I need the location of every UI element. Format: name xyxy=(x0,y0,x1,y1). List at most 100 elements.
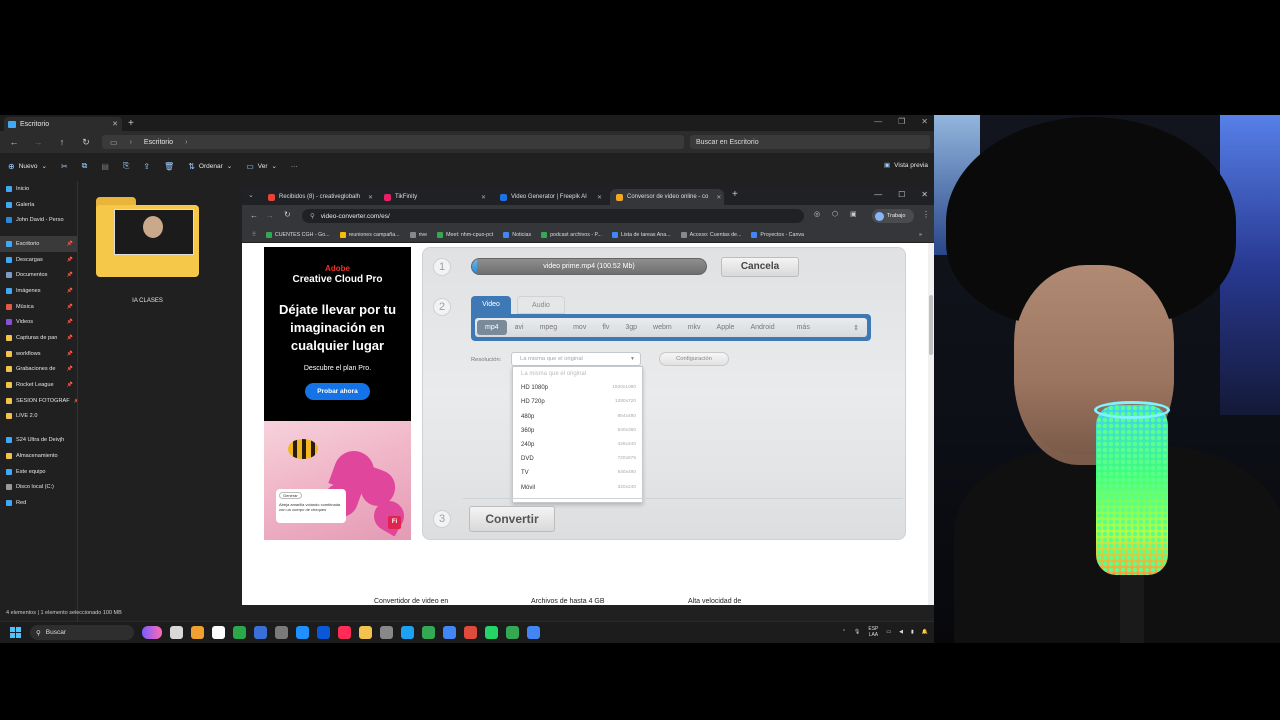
store-icon[interactable] xyxy=(212,626,225,639)
bookmark-item[interactable]: Meet: nhm-cpuo-pct xyxy=(437,231,493,238)
copilot-icon[interactable] xyxy=(191,626,204,639)
sidebar-item[interactable]: Música 📌 xyxy=(0,299,77,315)
tiktok-icon[interactable] xyxy=(338,626,351,639)
shield-icon[interactable] xyxy=(443,626,456,639)
minimize-icon[interactable]: — xyxy=(874,117,882,126)
sidebar-item[interactable]: Capturas de pan 📌 xyxy=(0,330,77,346)
preview-button[interactable]: ▣ Vista previa xyxy=(884,161,928,170)
extension-icon[interactable]: ⬡ xyxy=(832,210,838,218)
whatsapp-icon[interactable] xyxy=(485,626,498,639)
format-option[interactable]: más xyxy=(789,320,818,335)
explorer-tab[interactable]: Escritorio ✕ xyxy=(4,117,122,131)
resolution-option[interactable]: HD 1080p 1920x1080 xyxy=(521,385,636,391)
sidebar-item[interactable]: S24 Ultra de Deivjh xyxy=(0,432,77,448)
bookmark-item[interactable]: podcast archivos - P... xyxy=(541,231,602,238)
task-view-icon[interactable] xyxy=(170,626,183,639)
play-icon[interactable] xyxy=(233,626,246,639)
sidebar-item[interactable]: SESION FOTOGRAF 📌 xyxy=(0,393,77,409)
sidebar-item[interactable]: Escritorio 📌 xyxy=(0,236,77,252)
browser-tab[interactable]: Recibidos (8) - creativeglobalh ✕ xyxy=(262,189,376,205)
browser-tab-active[interactable]: Conversor de video online - co ✕ xyxy=(610,189,724,205)
close-tab-icon[interactable]: ✕ xyxy=(593,194,602,201)
resolution-option[interactable]: Móvil 320x240 xyxy=(521,485,636,491)
sidebar-item[interactable]: Galería xyxy=(0,197,77,213)
resolution-option[interactable]: 480p 854x480 xyxy=(521,414,636,420)
chrome-icon[interactable] xyxy=(506,626,519,639)
refresh-icon[interactable]: ↻ xyxy=(80,137,92,148)
resolution-option[interactable]: La misma que el original xyxy=(521,371,636,377)
sidebar-item[interactable]: Rocket League 📌 xyxy=(0,377,77,393)
site-info-icon[interactable]: ⚲ xyxy=(310,212,315,220)
format-option[interactable]: 3gp xyxy=(617,320,645,335)
resolution-option[interactable]: DVD 720x576 xyxy=(521,456,636,462)
volume-icon[interactable]: ◀ xyxy=(899,629,903,635)
close-tab-icon[interactable]: ✕ xyxy=(712,194,721,201)
up-icon[interactable]: ↑ xyxy=(56,137,68,147)
chrome-icon[interactable] xyxy=(422,626,435,639)
format-option[interactable]: Android xyxy=(742,320,782,335)
format-option[interactable]: mpeg xyxy=(532,320,566,335)
sidebar-item[interactable]: Inicio xyxy=(0,181,77,197)
sidebar-item[interactable]: Almacenamiento xyxy=(0,448,77,464)
maximize-icon[interactable]: ❐ xyxy=(898,117,905,126)
new-button[interactable]: ⊕ Nuevo ⌄ xyxy=(8,162,47,171)
bookmark-item[interactable]: reuniones campaña... xyxy=(339,231,400,238)
ad-cta-button[interactable]: Probar ahora xyxy=(305,383,370,400)
bookmark-item[interactable]: Proyectos - Canva xyxy=(751,231,804,238)
copy-icon[interactable]: ⧉ xyxy=(82,161,88,171)
address-bar[interactable]: ▭ › Escritorio › xyxy=(102,135,684,149)
bookmark-item[interactable]: CUENTES CGH - Go... xyxy=(265,231,330,238)
url-bar[interactable]: ⚲ video-converter.com/es/ xyxy=(302,209,804,223)
ad-banner[interactable]: Adobe Creative Cloud Pro Déjate llevar p… xyxy=(264,247,411,421)
resolution-option[interactable]: HD 720p 1280x720 xyxy=(521,399,636,405)
sidebar-item[interactable]: John David - Perso xyxy=(0,212,77,228)
sidebar-item[interactable]: Videos 📌 xyxy=(0,315,77,331)
resolution-option[interactable]: 240p 426x240 xyxy=(521,442,636,448)
back-icon[interactable]: ← xyxy=(250,211,258,220)
new-tab-icon[interactable]: + xyxy=(732,189,738,200)
bookmark-item[interactable]: Lista de tareas Ana... xyxy=(611,231,671,238)
ad-image[interactable]: Generar Abeja amarilla volando combinada… xyxy=(264,421,411,540)
close-tab-icon[interactable]: ✕ xyxy=(364,194,373,201)
app-icon[interactable] xyxy=(317,626,330,639)
bookmark-item[interactable]: Noticias xyxy=(503,231,531,238)
resolution-option[interactable]: 360p 640x360 xyxy=(521,428,636,434)
copilot-app-icon[interactable] xyxy=(142,626,162,639)
edge-icon[interactable] xyxy=(296,626,309,639)
minimize-icon[interactable]: — xyxy=(874,190,882,199)
windows-start-icon[interactable] xyxy=(10,627,21,638)
more-bookmarks-icon[interactable]: » xyxy=(919,232,922,238)
view-button[interactable]: ▭ Ver ⌄ xyxy=(246,162,277,171)
convert-button[interactable]: Convertir xyxy=(469,506,555,532)
bookmark-item[interactable]: Acceso: Cuentas de... xyxy=(680,231,741,238)
app-icon[interactable] xyxy=(380,626,393,639)
sidebar-item[interactable]: Imágenes 📌 xyxy=(0,283,77,299)
forward-icon[interactable]: → xyxy=(32,137,44,147)
file-explorer-icon[interactable] xyxy=(359,626,372,639)
explorer-search-input[interactable]: Buscar en Escritorio xyxy=(690,135,930,149)
format-option[interactable]: avi xyxy=(507,320,532,335)
sort-button[interactable]: ⇅ Ordenar ⌄ xyxy=(188,162,232,171)
close-tab-icon[interactable]: ✕ xyxy=(112,120,118,128)
language-indicator[interactable]: ESP LAA xyxy=(868,626,878,638)
cancel-button[interactable]: Cancela xyxy=(721,257,799,277)
extension-icon[interactable]: ◎ xyxy=(814,210,820,218)
format-option[interactable]: flv xyxy=(594,320,617,335)
delete-icon[interactable]: 🗑 xyxy=(164,162,174,171)
rename-icon[interactable]: ⎘ xyxy=(123,161,129,171)
app-icon[interactable] xyxy=(464,626,477,639)
sidepanel-icon[interactable]: ▣ xyxy=(850,210,857,218)
format-option[interactable]: webm xyxy=(645,320,680,335)
cut-icon[interactable]: ✂ xyxy=(61,162,68,171)
sidebar-item[interactable]: LIVE 2.0 xyxy=(0,409,77,425)
sidebar-item[interactable]: Disco local (C:) xyxy=(0,479,77,495)
notification-icon[interactable]: 🔔 xyxy=(922,629,928,635)
app-icon[interactable] xyxy=(275,626,288,639)
tab-video[interactable]: Video xyxy=(471,296,511,314)
maximize-icon[interactable]: ☐ xyxy=(898,190,905,199)
app-icon[interactable] xyxy=(401,626,414,639)
close-tab-icon[interactable]: ✕ xyxy=(477,194,486,201)
format-option[interactable]: Apple xyxy=(709,320,743,335)
folder-label[interactable]: IA CLASES xyxy=(96,298,199,304)
sidebar-item[interactable]: Este equipo xyxy=(0,464,77,480)
